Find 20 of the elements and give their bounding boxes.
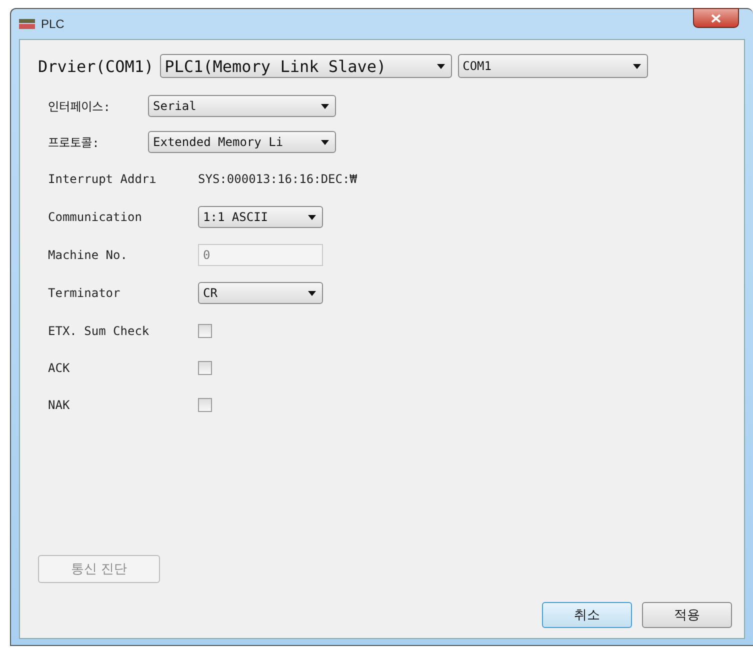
- dropdown[interactable]: Serial: [148, 95, 336, 117]
- plc-select[interactable]: PLC1(Memory Link Slave): [160, 54, 452, 78]
- field-label: Interrupt Addrı: [48, 172, 158, 186]
- dropdown[interactable]: 1:1 ASCII: [198, 206, 323, 228]
- field-label: 인터페이스:: [48, 98, 112, 114]
- field-value: SYS:000013:16:16:DEC:₩: [198, 172, 357, 186]
- driver-label: Drvier(COM1): [38, 56, 154, 76]
- port-select[interactable]: COM1: [458, 54, 648, 78]
- field-label: Terminator: [48, 286, 122, 300]
- field-label: Communication: [48, 210, 143, 224]
- field-label: ETX. Sum Check: [48, 324, 150, 338]
- window-title: PLC: [41, 17, 64, 31]
- dropdown[interactable]: Extended Memory Li: [148, 131, 336, 153]
- dialog-button[interactable]: 취소: [542, 602, 632, 628]
- field-label: 프로토콜:: [48, 134, 100, 150]
- dropdown[interactable]: CR: [198, 282, 323, 304]
- dialog-button[interactable]: 적용: [642, 602, 732, 628]
- field-label: NAK: [48, 398, 71, 412]
- field-label: Machine No.: [48, 248, 128, 262]
- field-label: ACK: [48, 360, 71, 374]
